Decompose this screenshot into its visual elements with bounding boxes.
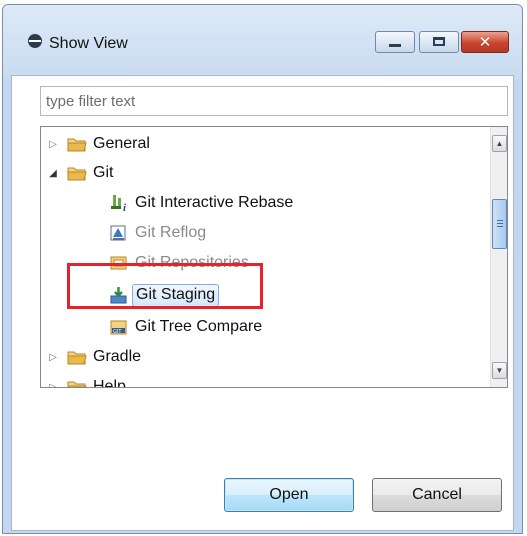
tree-item-label: Git Interactive Rebase (135, 194, 294, 211)
window-title: Show View (49, 35, 128, 52)
expand-arrow-icon[interactable]: ▷ (47, 139, 59, 150)
tree-item-label: Gradle (93, 348, 142, 365)
minimize-button[interactable] (375, 31, 415, 53)
grip-line (497, 220, 503, 221)
expand-arrow-icon[interactable]: ▷ (47, 352, 59, 363)
maximize-button[interactable] (419, 31, 459, 53)
annotation-highlight-box (67, 263, 263, 309)
svg-text:i: i (123, 202, 127, 212)
svg-text:GIT: GIT (113, 329, 122, 335)
tree-item-label: Git Reflog (135, 224, 207, 241)
filter-input[interactable] (40, 86, 508, 116)
cancel-button[interactable]: Cancel (372, 478, 502, 512)
tree-item-git-tree-compare[interactable]: GIT Git Tree Compare (109, 314, 262, 340)
tree-item-general[interactable]: ▷ General (47, 131, 150, 157)
tree-item-help[interactable]: ▷ Help (47, 374, 126, 388)
folder-icon (67, 138, 87, 152)
tree-item-gradle[interactable]: ▷ Gradle (47, 344, 141, 370)
tree-item-label: Git Tree Compare (135, 318, 263, 335)
expand-arrow-icon[interactable]: ▷ (47, 382, 59, 388)
tree-compare-icon: GIT (110, 320, 127, 335)
view-tree[interactable]: ▷ General ◢ Git i Git Interactive Rebase… (40, 126, 508, 388)
title-bar[interactable]: Show View ✕ (3, 5, 522, 79)
tree-item-git-reflog[interactable]: Git Reflog (109, 220, 206, 246)
tree-item-label: General (93, 135, 150, 152)
show-view-icon (28, 34, 42, 48)
folder-icon (67, 381, 87, 387)
open-button[interactable]: Open (224, 478, 354, 512)
tree-item-label: Help (93, 378, 126, 388)
minimize-icon (389, 44, 401, 47)
scroll-down-button[interactable]: ▼ (492, 362, 507, 379)
folder-icon (67, 351, 87, 365)
maximize-icon (433, 37, 445, 46)
vertical-scrollbar[interactable]: ▲ ▼ (490, 127, 507, 387)
tree-item-label: Git (93, 164, 114, 181)
tree-item-git[interactable]: ◢ Git (47, 160, 113, 186)
reflog-icon (110, 225, 126, 241)
close-icon: ✕ (478, 33, 492, 51)
grip-line (497, 226, 503, 227)
scrollbar-thumb[interactable] (492, 199, 507, 249)
collapse-arrow-icon[interactable]: ◢ (47, 168, 59, 179)
close-button[interactable]: ✕ (461, 31, 509, 53)
interactive-rebase-icon: i (111, 195, 127, 212)
folder-open-icon (67, 167, 87, 181)
grip-line (497, 223, 503, 224)
tree-item-git-interactive-rebase[interactable]: i Git Interactive Rebase (109, 190, 293, 216)
scroll-up-button[interactable]: ▲ (492, 135, 507, 152)
